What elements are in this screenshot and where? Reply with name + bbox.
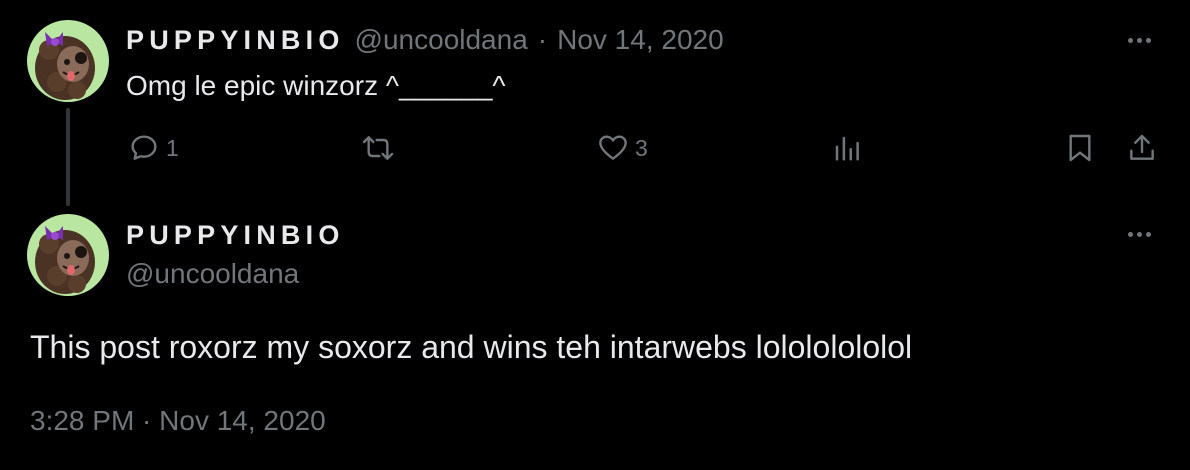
more-dot-icon [1137, 38, 1142, 43]
reply-count: 1 [166, 134, 179, 161]
reply-handle[interactable]: @uncooldana [355, 24, 528, 56]
reply-action-button[interactable]: 1 [128, 132, 179, 164]
reply-more-button[interactable] [1128, 38, 1151, 43]
thread-connector-line [66, 108, 70, 206]
like-count: 3 [635, 134, 648, 161]
heart-icon [599, 135, 627, 160]
dog-avatar-icon [27, 214, 109, 296]
retweet-icon [362, 136, 394, 160]
views-button[interactable] [832, 132, 868, 164]
share-button[interactable] [1126, 132, 1158, 164]
main-post-timestamp[interactable]: 3:28 PM · Nov 14, 2020 [30, 405, 326, 437]
analytics-icon [835, 136, 859, 161]
comment-icon [131, 135, 157, 160]
more-dot-icon [1137, 232, 1142, 237]
reply-separator: · [537, 24, 548, 55]
like-button[interactable]: 3 [597, 132, 648, 164]
retweet-button[interactable] [360, 132, 402, 164]
more-dot-icon [1146, 232, 1151, 237]
share-icon [1130, 134, 1154, 160]
bookmark-button[interactable] [1064, 132, 1096, 164]
dog-avatar-icon [27, 20, 109, 102]
reply-date[interactable]: Nov 14, 2020 [557, 24, 724, 56]
main-display-name[interactable]: PUPPYINBIO [126, 220, 345, 251]
bookmark-icon [1069, 134, 1091, 162]
main-post-text: This post roxorz my soxorz and wins teh … [30, 329, 913, 365]
reply-text: Omg le epic winzorz ^______^ [126, 70, 506, 101]
more-dot-icon [1146, 38, 1151, 43]
reply-avatar[interactable] [27, 20, 109, 102]
more-dot-icon [1128, 38, 1133, 43]
reply-header: PUPPYINBIO @uncooldana · Nov 14, 2020 [126, 24, 724, 56]
main-handle[interactable]: @uncooldana [126, 258, 299, 290]
main-avatar[interactable] [27, 214, 109, 296]
main-more-button[interactable] [1128, 232, 1151, 237]
more-dot-icon [1128, 232, 1133, 237]
reply-display-name[interactable]: PUPPYINBIO [126, 25, 345, 56]
